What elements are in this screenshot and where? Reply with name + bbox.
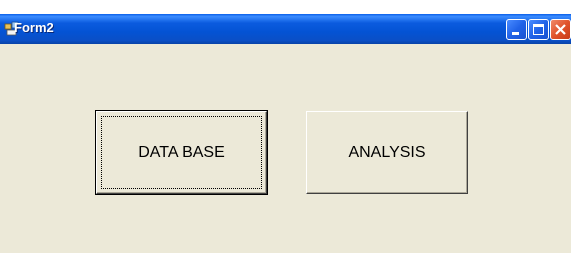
minimize-icon: [512, 32, 519, 35]
close-button[interactable]: [550, 19, 571, 40]
minimize-button[interactable]: [506, 19, 527, 40]
maximize-icon: [533, 24, 544, 35]
analysis-button-label: ANALYSIS: [348, 143, 426, 161]
focus-rectangle: [101, 116, 262, 189]
form-window: Form2 DATA BASE ANALYSIS: [0, 14, 571, 253]
database-button[interactable]: DATA BASE: [95, 110, 268, 195]
document-background-strip: [0, 0, 571, 14]
maximize-button[interactable]: [528, 19, 549, 40]
close-icon: [555, 24, 566, 35]
window-title: Form2: [14, 20, 54, 35]
analysis-button[interactable]: ANALYSIS: [306, 111, 468, 194]
title-bar[interactable]: Form2: [0, 14, 571, 44]
